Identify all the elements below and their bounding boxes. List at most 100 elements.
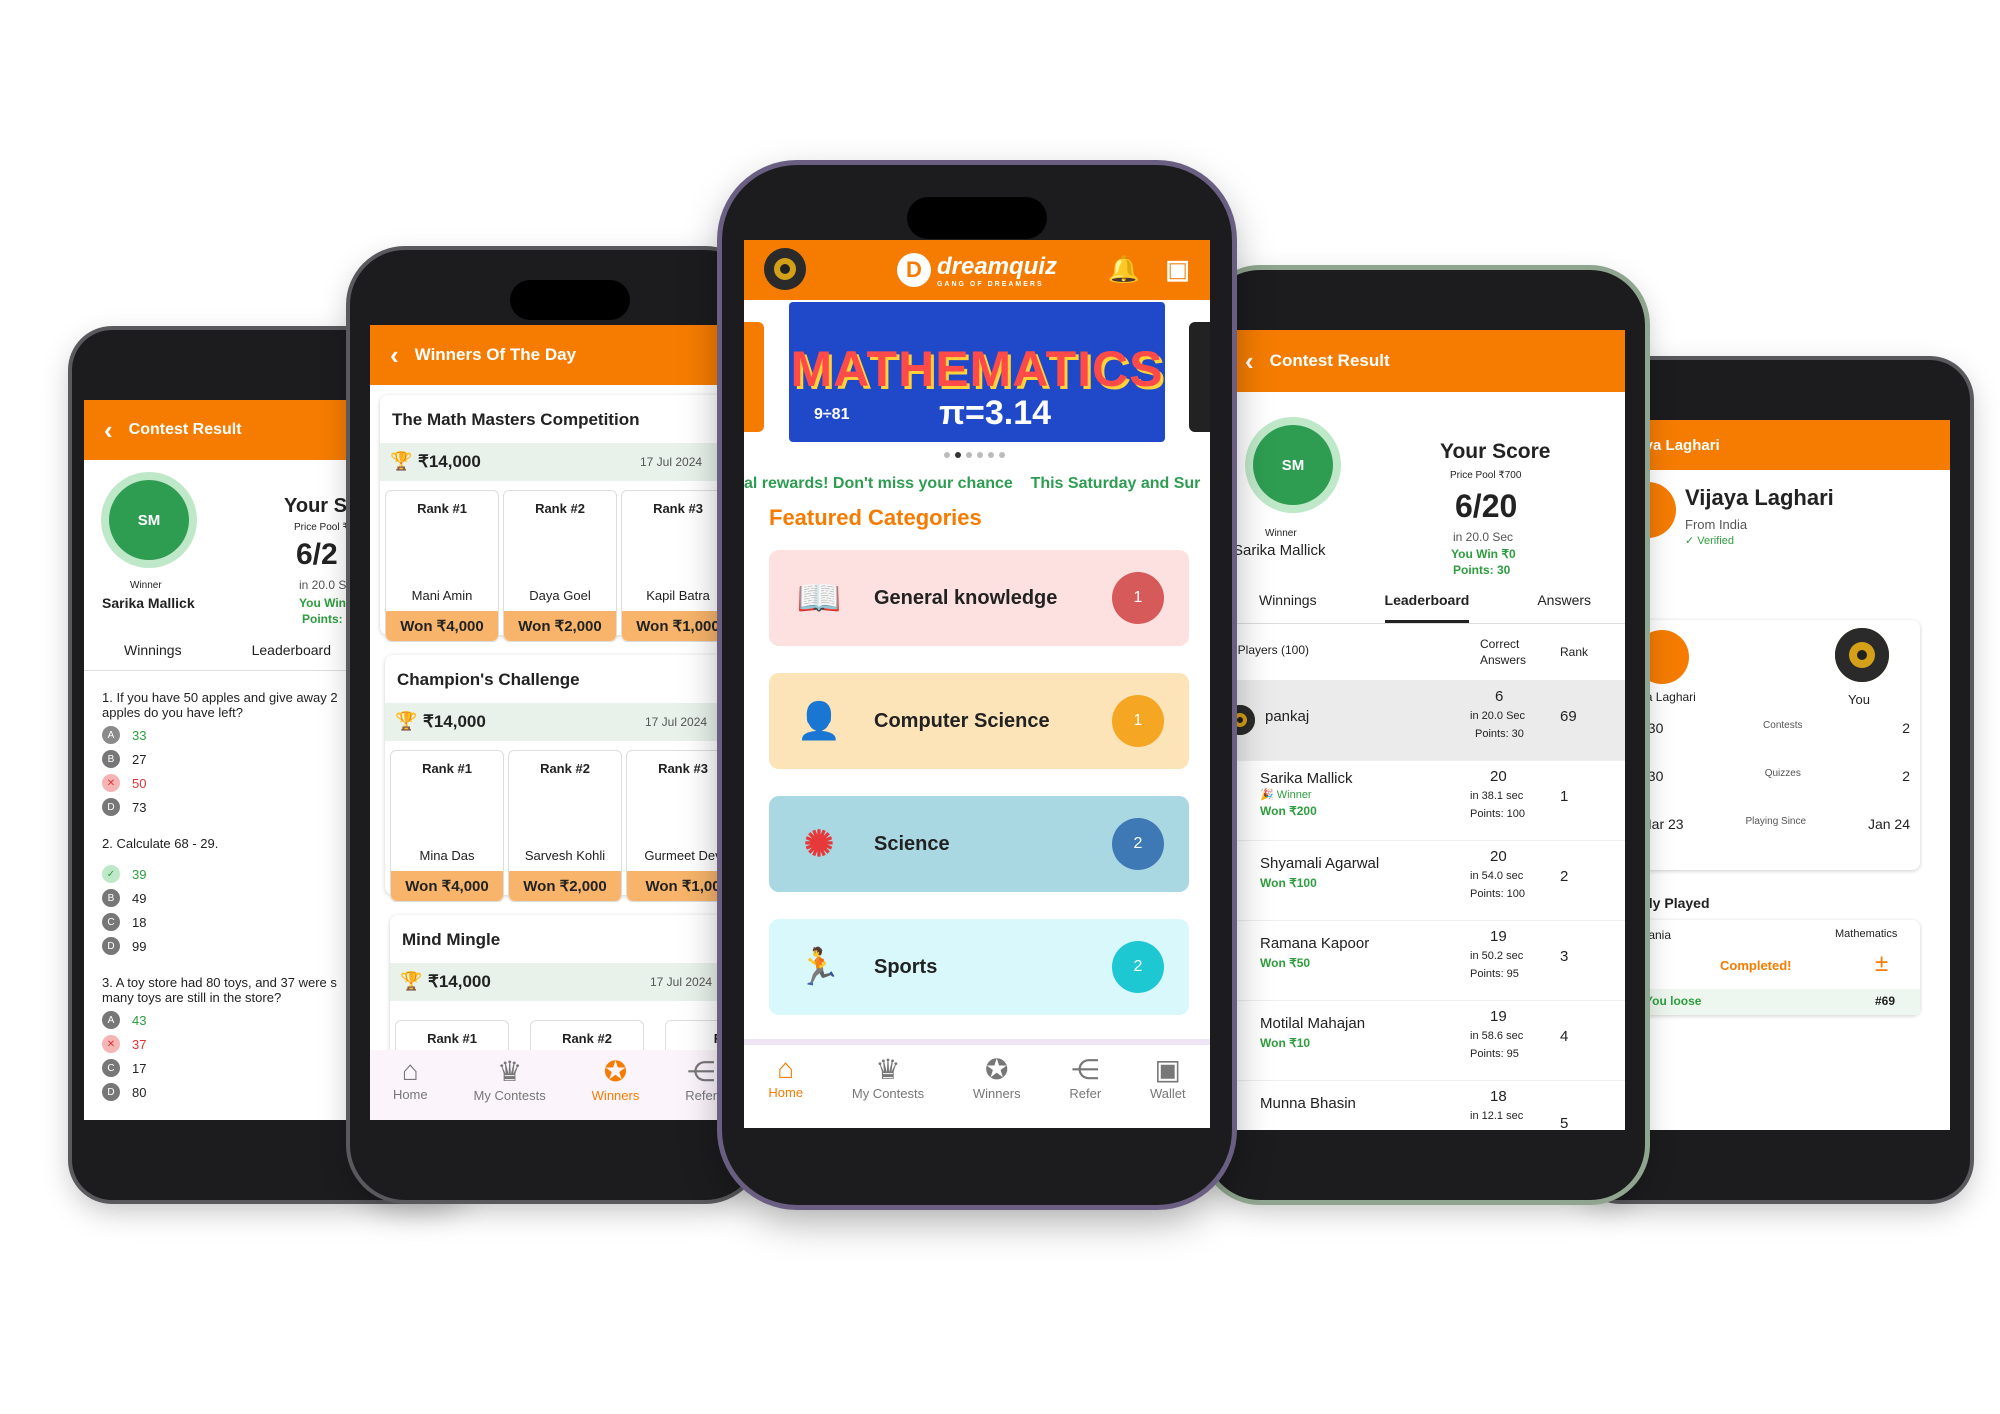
dynamic-island xyxy=(907,197,1047,239)
leaderboard-row[interactable]: Munna Bhasin 18 in 12.1 sec 5 xyxy=(1225,1080,1625,1130)
stat-row: 130 Contests 2 xyxy=(1640,720,1910,736)
leaderboard-row[interactable]: Sarika Mallick 🎉 Winner Won ₹200 20 in 3… xyxy=(1225,760,1625,841)
verified-badge: ✓ Verified xyxy=(1685,535,1734,547)
book-icon: 📖 xyxy=(796,577,842,618)
home-icon: ⌂ xyxy=(401,1055,419,1086)
nav-winners[interactable]: ✪ Winners xyxy=(973,1053,1021,1128)
trophy-icon: 🏆 xyxy=(390,451,413,471)
correct-answers: 6 xyxy=(1495,688,1504,705)
profile-name: Vijaya Laghari xyxy=(1685,485,1834,510)
bell-icon[interactable]: 🔔 xyxy=(1108,254,1140,285)
win-amount: You Win ₹0 xyxy=(1451,547,1516,561)
rank-card: Rank #1 Mani Amin Won ₹4,000 xyxy=(385,490,499,642)
back-arrow-icon[interactable]: ‹ xyxy=(104,415,113,446)
nav-wallet[interactable]: ▣ Wallet xyxy=(1150,1053,1186,1128)
rank-card: Rank #2 Sarvesh Kohli Won ₹2,000 xyxy=(508,750,622,902)
player-name: Munna Bhasin xyxy=(1260,1095,1356,1112)
points: Points: 100 xyxy=(1470,888,1526,900)
person-computer-icon: 👤 xyxy=(796,700,842,741)
back-arrow-icon[interactable]: ‹ xyxy=(390,340,399,371)
category-general-knowledge[interactable]: 📖 General knowledge 1 xyxy=(769,550,1189,646)
phone-home-center: D dreamquiz GANG OF DREAMERS 🔔 ▣ MATHEMA… xyxy=(722,165,1232,1205)
carousel-dot[interactable] xyxy=(999,452,1005,458)
carousel-prev-peek[interactable] xyxy=(744,322,764,432)
category-name: Science xyxy=(874,832,950,855)
avatar-menu-icon[interactable] xyxy=(764,248,806,290)
contest-card[interactable]: The Math Masters Competition 🏆 ₹14,000 1… xyxy=(380,395,740,642)
profile-location: From India xyxy=(1685,517,1748,532)
tab-winnings[interactable]: Winnings xyxy=(124,630,182,670)
nav-my-contests[interactable]: ♛ My Contests xyxy=(474,1055,546,1120)
won-amount: Won ₹200 xyxy=(1260,804,1317,818)
winner-label: Winner xyxy=(1265,528,1297,539)
winner-badge-icon: SM xyxy=(1253,425,1333,505)
tab-leaderboard[interactable]: Leaderboard xyxy=(1384,580,1470,623)
correct-answers: 18 xyxy=(1490,1088,1507,1105)
trophy-icon: ♛ xyxy=(497,1056,523,1087)
contest-name: The Math Masters Competition xyxy=(392,410,640,429)
winner-name: Sarika Mallick xyxy=(1233,542,1326,559)
tab-leaderboard[interactable]: Leaderboard xyxy=(252,630,331,670)
leaderboard-row[interactable]: Shyamali Agarwal Won ₹100 20 in 54.0 sec… xyxy=(1225,840,1625,921)
banner-pi: π=3.14 xyxy=(939,394,1052,432)
nav-home[interactable]: ⌂ Home xyxy=(393,1055,428,1120)
stats-table: 130 Contests 2 130 Quizzes 2 Mar 23 Playing S… xyxy=(1640,720,1910,864)
col-correct: Correct xyxy=(1480,637,1520,651)
time: in 50.2 sec xyxy=(1470,950,1524,962)
stat-row: 130 Quizzes 2 xyxy=(1640,768,1910,784)
leaderboard-row-self[interactable]: pankaj 6 in 20.0 Sec Points: 30 69 xyxy=(1225,680,1625,761)
tab-answers[interactable]: Answers xyxy=(1537,580,1591,623)
recent-quiz-card[interactable]: th Mania Mathematics Completed! ± You lo… xyxy=(1620,920,1920,1015)
back-arrow-icon[interactable]: ‹ xyxy=(1245,346,1254,377)
prize-pool: ₹14,000 xyxy=(428,972,491,991)
page-title: ijaya Laghari xyxy=(1620,420,1950,470)
category-sports[interactable]: 🏃 Sports 2 xyxy=(769,919,1189,1015)
time: in 38.1 sec xyxy=(1470,790,1524,802)
carousel-next-peek[interactable] xyxy=(1189,322,1210,432)
contest-date: 17 Jul 2024 xyxy=(650,975,713,989)
correct-answers: 20 xyxy=(1490,768,1507,785)
nav-refer[interactable]: ⋲ Refer xyxy=(1069,1053,1101,1128)
phone3-screen: D dreamquiz GANG OF DREAMERS 🔔 ▣ MATHEMA… xyxy=(744,240,1210,1128)
result-tabs: Winnings Leaderboard Answers xyxy=(1225,580,1625,624)
leaderboard-row[interactable]: Ramana Kapoor Won ₹50 19 in 50.2 sec Poi… xyxy=(1225,920,1625,1001)
category-computer-science[interactable]: 👤 Computer Science 1 xyxy=(769,673,1189,769)
carousel-dot[interactable] xyxy=(988,452,994,458)
nav-winners[interactable]: ✪ Winners xyxy=(592,1055,640,1120)
opponent-avatar-icon xyxy=(1835,628,1889,682)
score-value: 6/20 xyxy=(1455,488,1518,524)
result-rank: #69 xyxy=(1875,994,1896,1008)
price-pool: Price Pool ₹700 xyxy=(1450,470,1522,481)
tab-winnings[interactable]: Winnings xyxy=(1259,580,1317,623)
player-name: Sarika Mallick xyxy=(1260,770,1353,787)
nav-home[interactable]: ⌂ Home xyxy=(768,1053,803,1128)
contest-card[interactable]: Champion's Challenge 🏆 ₹14,000 17 Jul 20… xyxy=(385,655,740,902)
rank: 4 xyxy=(1560,1028,1569,1045)
trophy-icon: ♛ xyxy=(875,1054,901,1085)
points: Points: 95 xyxy=(1470,1048,1519,1060)
nav-refer[interactable]: ⋲ Refer xyxy=(685,1055,717,1120)
brand-name: dreamquiz xyxy=(936,252,1058,280)
category-count: 2 xyxy=(1112,818,1164,870)
won-amount: Won ₹50 xyxy=(1260,956,1311,970)
category-count: 2 xyxy=(1112,941,1164,993)
quiz-status: Completed! xyxy=(1720,958,1792,973)
category-science[interactable]: ✺ Science 2 xyxy=(769,796,1189,892)
category-count: 1 xyxy=(1112,695,1164,747)
carousel-dot[interactable] xyxy=(966,452,972,458)
carousel-dot[interactable] xyxy=(977,452,983,458)
points: Points: 100 xyxy=(1470,808,1526,820)
math-banner[interactable]: MATHEMATICS π=3.14 9÷81 xyxy=(789,302,1165,442)
carousel-dot[interactable] xyxy=(944,452,950,458)
brand: dreamquiz GANG OF DREAMERS xyxy=(937,253,1057,288)
stat-row: Mar 23 Playing Since Jan 24 xyxy=(1640,816,1910,832)
logo-icon: D xyxy=(896,253,931,287)
time: in 58.6 sec xyxy=(1470,1030,1524,1042)
price-pool: Price Pool ₹ xyxy=(294,522,349,533)
carousel-dot-active[interactable] xyxy=(955,452,961,458)
wallet-icon[interactable]: ▣ xyxy=(1165,254,1190,285)
col-rank: Rank xyxy=(1560,645,1589,659)
player-name: Ramana Kapoor xyxy=(1260,935,1370,952)
nav-my-contests[interactable]: ♛ My Contests xyxy=(852,1053,924,1128)
leaderboard-row[interactable]: Motilal Mahajan Won ₹10 19 in 58.6 sec P… xyxy=(1225,1000,1625,1081)
